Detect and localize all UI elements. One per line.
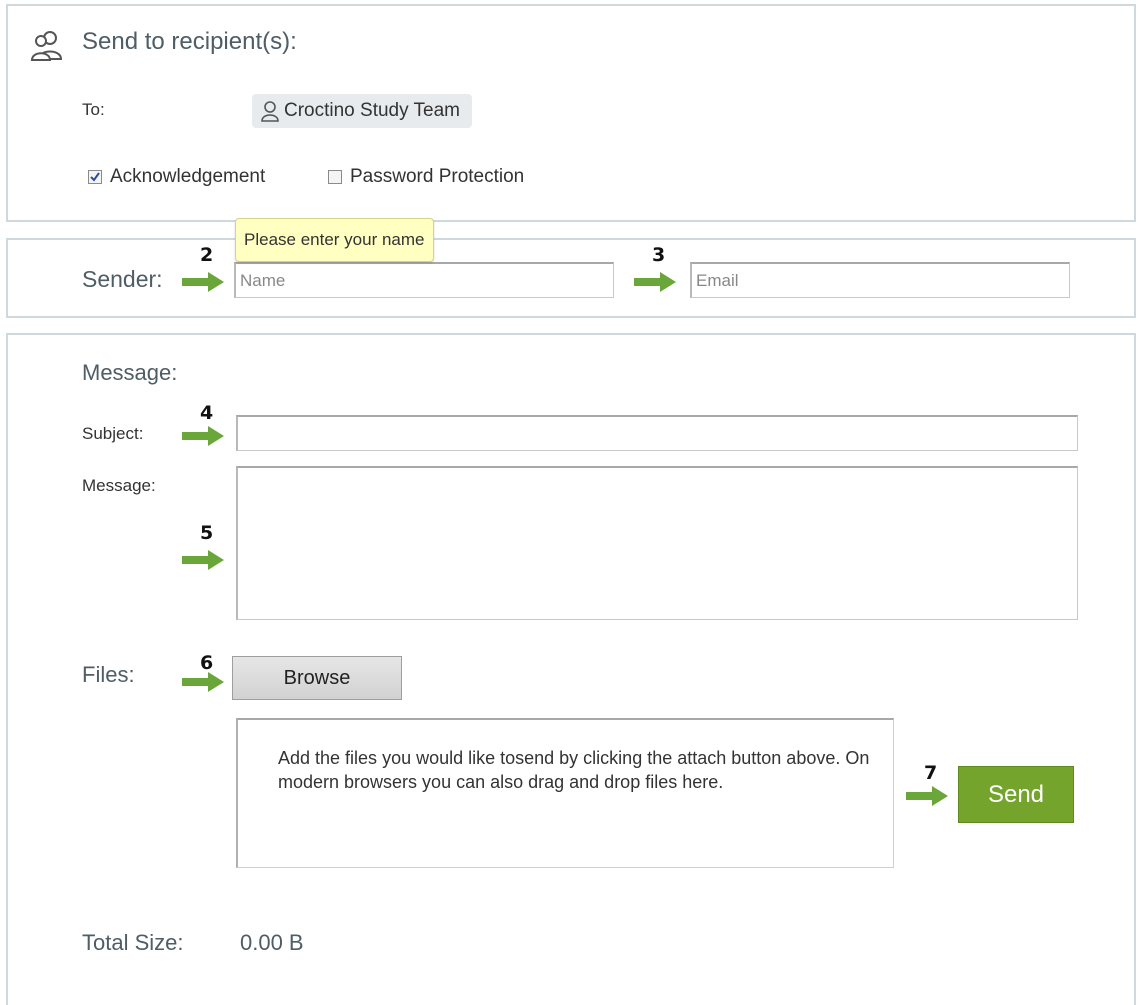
message-label: Message: <box>82 476 156 495</box>
sender-label: Sender: <box>82 266 163 292</box>
checkmark-icon <box>90 172 100 182</box>
password-protection-option[interactable]: Password Protection <box>328 166 524 188</box>
step-number: 6 <box>200 652 214 674</box>
arrow-right-icon <box>634 272 676 292</box>
subject-input[interactable] <box>236 415 1078 451</box>
dropzone-text: Add the files you would like tosend by c… <box>278 748 870 792</box>
send-button[interactable]: Send <box>958 766 1074 823</box>
password-protection-label: Password Protection <box>350 166 525 187</box>
people-icon <box>30 31 63 61</box>
arrow-right-icon <box>182 426 224 446</box>
email-input[interactable] <box>690 262 1070 298</box>
arrow-right-icon <box>906 786 948 806</box>
arrow-right-icon <box>182 272 224 292</box>
arrow-right-icon <box>182 550 224 570</box>
message-heading: Message: <box>82 360 178 385</box>
acknowledgement-checkbox[interactable] <box>88 170 102 184</box>
send-to-title: Send to recipient(s): <box>82 28 297 55</box>
total-size-value: 0.00 B <box>240 930 304 955</box>
step-number: 4 <box>200 402 214 424</box>
password-protection-checkbox[interactable] <box>328 170 342 184</box>
name-tooltip: Please enter your name <box>235 218 434 262</box>
file-dropzone[interactable]: Add the files you would like tosend by c… <box>236 718 894 868</box>
step-number: 7 <box>924 762 938 784</box>
total-size-label: Total Size: <box>82 930 184 955</box>
acknowledgement-label: Acknowledgement <box>110 166 266 187</box>
person-icon <box>261 101 279 122</box>
to-label: To: <box>82 100 105 119</box>
files-label: Files: <box>82 662 135 687</box>
recipient-chip[interactable]: Croctino Study Team <box>252 94 473 128</box>
name-input[interactable] <box>234 262 614 298</box>
step-number: 2 <box>200 244 214 266</box>
step-number: 5 <box>200 522 214 544</box>
recipient-name: Croctino Study Team <box>284 100 461 121</box>
acknowledgement-option[interactable]: Acknowledgement <box>88 166 265 188</box>
subject-label: Subject: <box>82 424 144 443</box>
message-textarea[interactable] <box>236 466 1078 620</box>
arrow-right-icon <box>182 672 224 692</box>
browse-button[interactable]: Browse <box>232 656 402 700</box>
step-number: 3 <box>652 244 666 266</box>
